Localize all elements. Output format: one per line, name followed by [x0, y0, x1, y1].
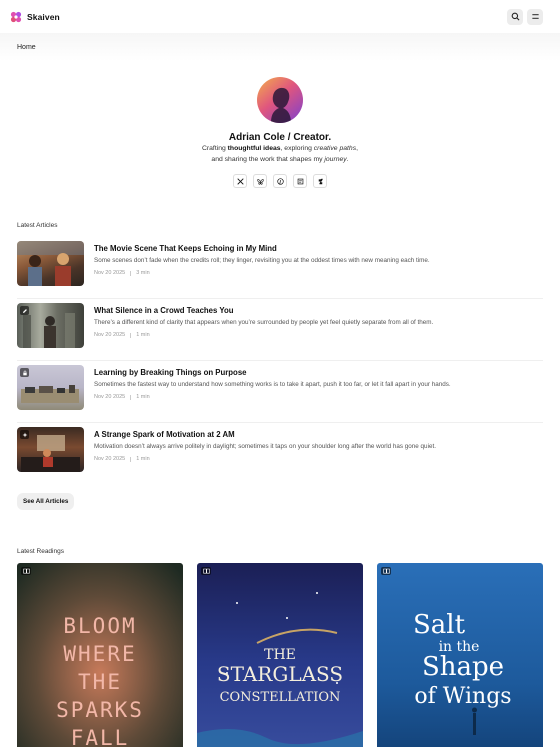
profile-tagline-line2: and sharing the work that shapes my jour… — [211, 156, 349, 163]
profile-tagline-line1: Crafting thoughtful ideas, exploring cre… — [201, 145, 358, 152]
latest-articles-heading: Latest Articles — [17, 222, 58, 229]
article-meta: Nov 20 2025 3 min — [94, 270, 430, 276]
svg-text:Salt: Salt — [413, 610, 466, 640]
article-title[interactable]: Learning by Breaking Things on Purpose — [94, 368, 451, 377]
article-title[interactable]: The Movie Scene That Keeps Echoing in My… — [94, 244, 430, 253]
article-read-time: 3 min — [136, 270, 150, 276]
svg-text:BLOOM: BLOOM — [63, 614, 136, 638]
menu-icon — [531, 14, 539, 19]
book-grid: BLOOM WHERE THE SPARKS FALL THE STARGLAS… — [0, 563, 560, 747]
svg-text:WHERE: WHERE — [63, 642, 136, 666]
article-read-time: 1 min — [136, 332, 150, 338]
brand-logo-icon — [10, 11, 22, 22]
social-flipboard[interactable] — [293, 174, 307, 188]
svg-text:Shape: Shape — [422, 652, 504, 682]
article-description: Some scenes don’t fade when the credits … — [94, 257, 430, 264]
article-list: The Movie Scene That Keeps Echoing in My… — [0, 237, 560, 485]
book-card[interactable]: THE STARGLASS CONSTELLATION — [197, 563, 363, 747]
svg-text:STARGLASS: STARGLASS — [217, 662, 343, 686]
article-thumbnail[interactable] — [17, 427, 84, 472]
lock-icon — [20, 368, 29, 377]
svg-text:THE: THE — [264, 647, 296, 663]
book-cover-bloom: BLOOM WHERE THE SPARKS FALL — [17, 563, 183, 747]
article-item[interactable]: What Silence in a Crowd Teaches You Ther… — [17, 299, 543, 361]
latest-readings-heading: Latest Readings — [17, 548, 64, 555]
social-bluesky[interactable] — [253, 174, 267, 188]
article-read-time: 1 min — [136, 394, 150, 400]
see-all-articles-button[interactable]: See All Articles — [17, 493, 75, 510]
breadcrumb-home[interactable]: Home — [17, 44, 36, 51]
search-icon — [511, 12, 519, 21]
book-card[interactable]: BLOOM WHERE THE SPARKS FALL — [17, 563, 183, 747]
deviantart-icon — [318, 178, 323, 184]
flipboard-icon — [297, 178, 303, 184]
article-description: Sometimes the fastest way to understand … — [94, 381, 451, 388]
social-links — [0, 174, 560, 188]
article-thumbnail[interactable] — [17, 365, 84, 410]
article-item[interactable]: A Strange Spark of Motivation at 2 AM Mo… — [17, 423, 543, 485]
book-card[interactable]: Salt in the Shape of Wings — [377, 563, 543, 747]
article-read-time: 1 min — [136, 456, 150, 462]
book-cover-starglass: THE STARGLASS CONSTELLATION — [197, 563, 363, 747]
sparkle-icon — [20, 430, 29, 439]
book-icon — [21, 567, 31, 575]
avatar-silhouette — [271, 87, 291, 123]
search-button[interactable] — [507, 8, 523, 25]
article-title[interactable]: What Silence in a Crowd Teaches You — [94, 306, 433, 315]
book-cover-salt: Salt in the Shape of Wings — [377, 563, 543, 747]
article-item[interactable]: Learning by Breaking Things on Purpose S… — [17, 361, 543, 423]
article-meta: Nov 20 2025 1 min — [94, 332, 433, 338]
article-date: Nov 20 2025 — [94, 270, 126, 276]
pinterest-icon — [276, 177, 284, 185]
menu-button[interactable] — [527, 8, 543, 25]
svg-text:CONSTELLATION: CONSTELLATION — [220, 690, 341, 705]
x-icon — [236, 177, 244, 185]
article-description: Motivation doesn’t always arrive politel… — [94, 443, 436, 450]
article-item[interactable]: The Movie Scene That Keeps Echoing in My… — [17, 237, 543, 299]
article-date: Nov 20 2025 — [94, 332, 126, 338]
profile-hero: Adrian Cole / Creator. Crafting thoughtf… — [0, 61, 560, 188]
book-icon — [201, 567, 211, 575]
bluesky-icon — [256, 178, 264, 185]
svg-text:of Wings: of Wings — [414, 684, 511, 709]
article-meta: Nov 20 2025 1 min — [94, 394, 451, 400]
top-bar: Skaiven — [0, 0, 560, 33]
social-x[interactable] — [233, 174, 247, 188]
article-thumbnail[interactable] — [17, 303, 84, 348]
book-icon — [381, 567, 391, 575]
svg-text:SPARKS: SPARKS — [56, 698, 144, 722]
svg-text:THE: THE — [78, 670, 122, 694]
article-thumbnail[interactable] — [17, 241, 84, 286]
social-deviantart[interactable] — [313, 174, 327, 188]
svg-text:FALL: FALL — [71, 726, 130, 747]
pen-icon — [20, 306, 29, 315]
article-description: There’s a different kind of clarity that… — [94, 319, 434, 326]
social-pinterest[interactable] — [273, 174, 287, 188]
avatar — [257, 77, 303, 123]
article-meta: Nov 20 2025 1 min — [94, 456, 436, 462]
article-date: Nov 20 2025 — [94, 456, 126, 462]
brand-name: Skaiven — [27, 11, 60, 22]
article-date: Nov 20 2025 — [94, 394, 126, 400]
breadcrumb: Home — [0, 33, 560, 61]
article-title[interactable]: A Strange Spark of Motivation at 2 AM — [94, 430, 436, 439]
profile-name: Adrian Cole / Creator. — [228, 132, 332, 143]
brand[interactable]: Skaiven — [10, 11, 60, 23]
